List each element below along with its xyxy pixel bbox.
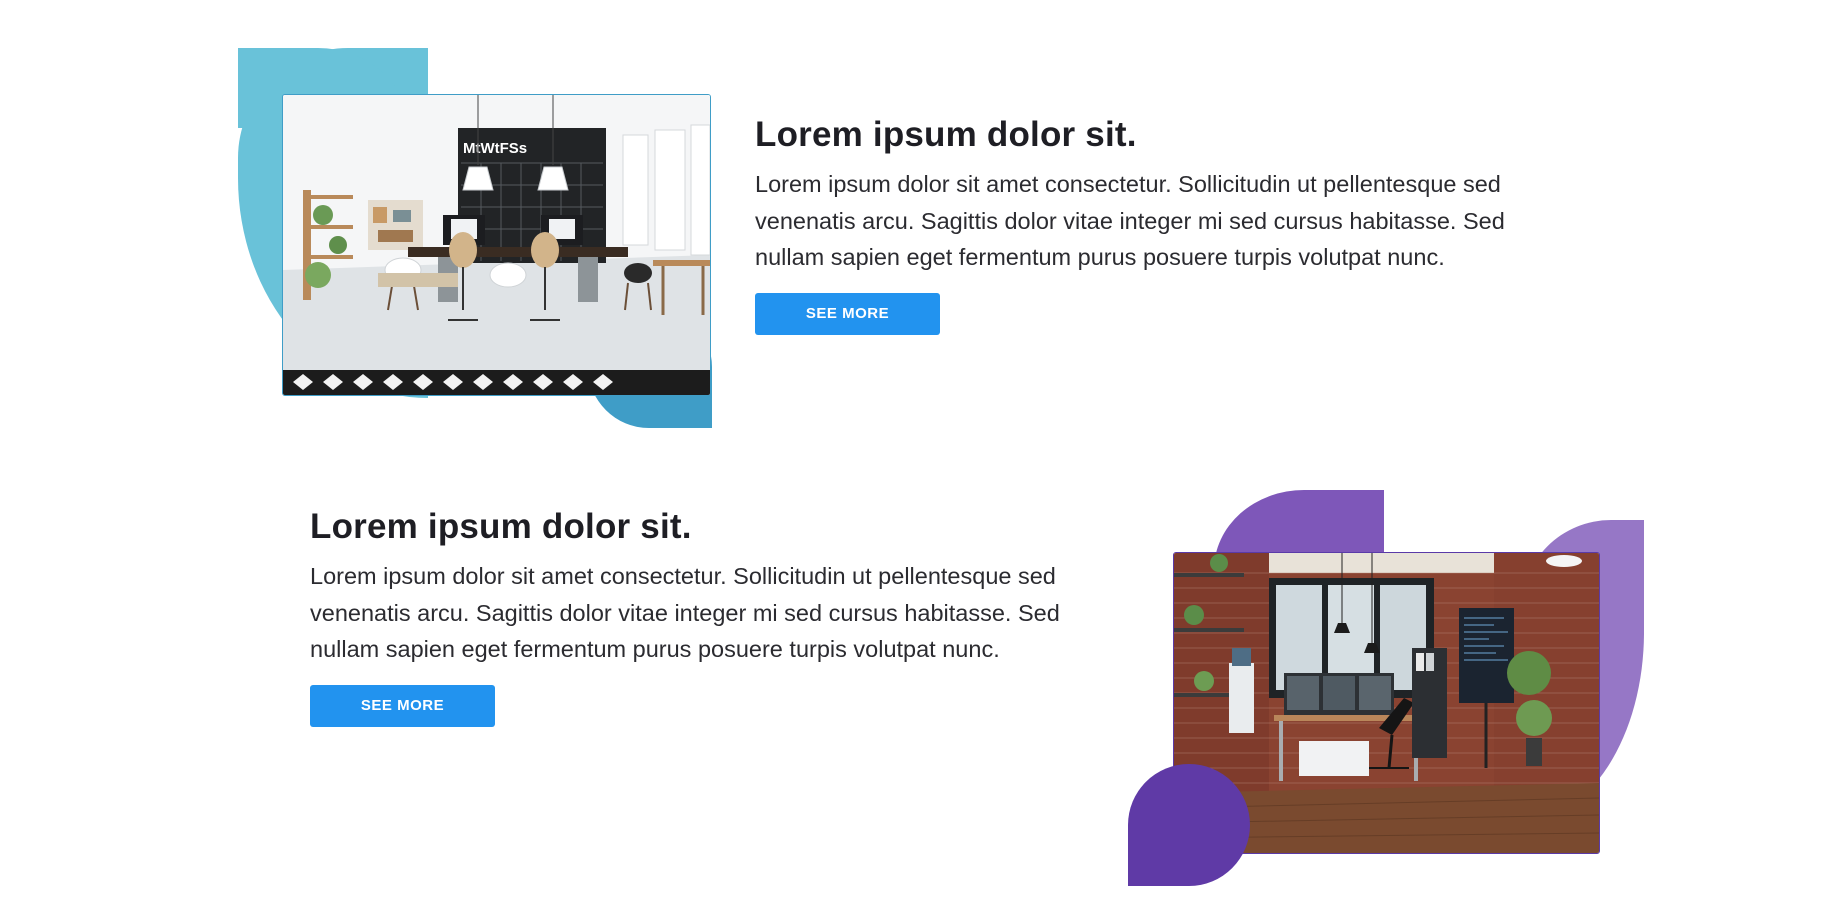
feature-2-media — [1128, 490, 1644, 886]
feature-1-media: MtWtFSs — [238, 48, 712, 428]
feature-2-see-more-button[interactable]: SEE MORE — [310, 684, 495, 727]
feature-1-description: Lorem ipsum dolor sit amet consectetur. … — [755, 171, 1505, 270]
feature-section-1: MtWtFSs Lorem ipsum dolor sit. Lorem ips… — [0, 0, 1822, 440]
feature-2-text: Lorem ipsum dolor sit. Lorem ipsum dolor… — [310, 506, 1110, 727]
office-workspace-photo: MtWtFSs — [282, 94, 711, 396]
office-workspace-illustration: MtWtFSs — [283, 95, 710, 395]
feature-2-heading: Lorem ipsum dolor sit. — [310, 507, 692, 546]
dark-purple-decorative-blob — [1128, 764, 1250, 886]
feature-section-2: Lorem ipsum dolor sit. Lorem ipsum dolor… — [0, 440, 1822, 915]
feature-1-see-more-button[interactable]: SEE MORE — [755, 292, 940, 335]
calendar-letters: MtWtFSs — [463, 140, 527, 157]
feature-1-text: Lorem ipsum dolor sit. Lorem ipsum dolor… — [755, 114, 1555, 335]
feature-1-heading: Lorem ipsum dolor sit. — [755, 115, 1137, 154]
feature-2-description: Lorem ipsum dolor sit amet consectetur. … — [310, 563, 1060, 662]
